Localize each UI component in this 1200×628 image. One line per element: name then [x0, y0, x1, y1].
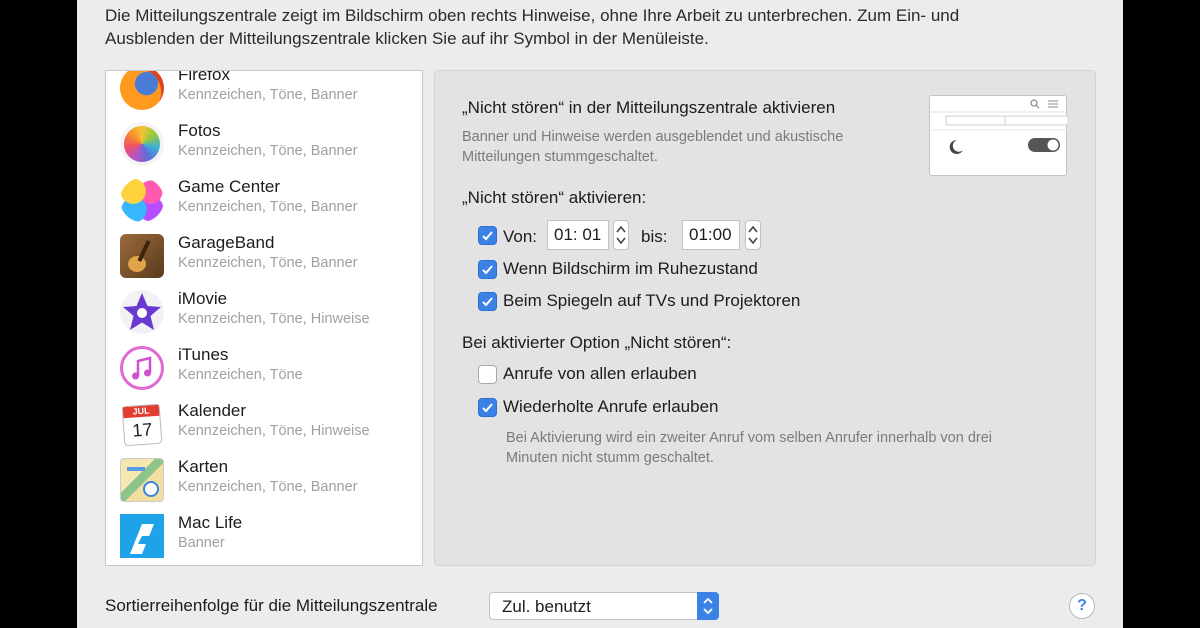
moon-icon [949, 139, 963, 154]
list-item-garageband[interactable]: GarageBand Kennzeichen, Töne, Banner [106, 231, 422, 287]
list-item-mac-life[interactable]: Mac Life Banner [106, 511, 422, 565]
dnd-description: Banner und Hinweise werden ausgeblendet … [462, 127, 912, 167]
repeated-calls-description-line-1: Bei Aktivierung wird ein zweiter Anruf v… [506, 430, 993, 446]
calendar-icon: JUL 17 [121, 403, 163, 447]
sort-order-label: Sortierreihenfolge für die Mitteilungsze… [105, 596, 438, 615]
allow-calls-all-checkbox[interactable] [478, 365, 497, 384]
sort-order-select[interactable]: Zul. benutzt [489, 592, 719, 620]
from-time-field[interactable]: 01: 01 [547, 220, 609, 250]
repeated-calls-description: Bei Aktivierung wird ein zweiter Anruf v… [506, 428, 1086, 468]
notification-center-preview [929, 95, 1069, 176]
firefox-icon [120, 71, 164, 110]
imovie-icon [120, 290, 164, 334]
app-notification-types: Kennzeichen, Töne, Banner [178, 255, 358, 271]
list-icon [1048, 100, 1058, 108]
repeated-calls-checkbox[interactable] [478, 398, 497, 417]
maps-icon [120, 458, 164, 502]
dnd-title: „Nicht stören“ in der Mitteilungszentral… [462, 98, 836, 117]
dnd-description-line-2: Mitteilungen stummgeschaltet. [462, 149, 658, 165]
repeated-calls-label: Wiederholte Anrufe erlauben [503, 397, 719, 416]
from-checkbox[interactable] [478, 226, 497, 245]
stepper-arrows-icon [748, 225, 758, 245]
app-notification-types: Kennzeichen, Töne, Hinweise [178, 423, 370, 439]
checkmark-icon [482, 231, 493, 241]
dnd-option-heading: Bei aktivierter Option „Nicht stören“: [462, 333, 732, 352]
search-icon [1030, 99, 1040, 109]
sort-order-value: Zul. benutzt [502, 597, 591, 616]
stepper-arrows-icon [616, 225, 626, 245]
allow-calls-all-label: Anrufe von allen erlauben [503, 364, 697, 383]
checkmark-icon [482, 403, 493, 413]
app-notification-types: Kennzeichen, Töne, Banner [178, 199, 358, 215]
app-name: iTunes [178, 345, 229, 364]
list-item-karten[interactable]: Karten Kennzeichen, Töne, Banner [106, 455, 422, 511]
to-label: bis: [641, 227, 668, 246]
app-name: Firefox [178, 70, 230, 84]
intro-text: Die Mitteilungszentrale zeigt im Bildsch… [105, 4, 1095, 50]
app-notification-types: Kennzeichen, Töne, Hinweise [178, 311, 370, 327]
sleep-checkbox[interactable] [478, 260, 497, 279]
preferences-window: Die Mitteilungszentrale zeigt im Bildsch… [77, 0, 1123, 628]
list-item-itunes[interactable]: iTunes Kennzeichen, Töne [106, 343, 422, 399]
app-notification-types: Kennzeichen, Töne [178, 367, 303, 383]
app-name: Karten [178, 457, 229, 476]
app-notification-types: Kennzeichen, Töne, Banner [178, 479, 358, 495]
list-item-game-center[interactable]: Game Center Kennzeichen, Töne, Banner [106, 175, 422, 231]
intro-line-1: Die Mitteilungszentrale zeigt im Bildsch… [105, 6, 960, 25]
to-time-stepper[interactable] [745, 220, 761, 250]
photos-icon [120, 122, 164, 166]
do-not-disturb-panel: „Nicht stören“ in der Mitteilungszentral… [434, 70, 1096, 566]
app-name: iMovie [178, 289, 228, 308]
calendar-day: 17 [131, 419, 154, 441]
list-item-fotos[interactable]: Fotos Kennzeichen, Töne, Banner [106, 119, 422, 175]
intro-line-2: Ausblenden der Mitteilungszentrale klick… [105, 29, 709, 48]
dnd-activate-heading: „Nicht stören“ aktivieren: [462, 188, 647, 207]
app-notification-types: Kennzeichen, Töne, Banner [178, 87, 358, 103]
mirroring-checkbox[interactable] [478, 292, 497, 311]
to-time-field[interactable]: 01:00 [682, 220, 740, 250]
from-time-stepper[interactable] [613, 220, 629, 250]
mirroring-label: Beim Spiegeln auf TVs und Projektoren [503, 291, 801, 310]
checkmark-icon [482, 297, 493, 307]
mac-life-icon [120, 514, 164, 558]
app-name: Fotos [178, 121, 221, 140]
list-item-firefox[interactable]: Firefox Kennzeichen, Töne, Banner [106, 70, 422, 119]
app-name: Game Center [178, 177, 281, 196]
app-name: Mac Life [178, 513, 243, 532]
sleep-label: Wenn Bildschirm im Ruhezustand [503, 259, 758, 278]
help-button[interactable]: ? [1069, 593, 1095, 619]
checkmark-icon [482, 265, 493, 275]
list-item-kalender[interactable]: JUL 17 Kalender Kennzeichen, Töne, Hinwe… [106, 399, 422, 455]
app-name: Kalender [178, 401, 247, 420]
from-label: Von: [503, 227, 538, 246]
list-item-imovie[interactable]: iMovie Kennzeichen, Töne, Hinweise [106, 287, 422, 343]
dnd-description-line-1: Banner und Hinweise werden ausgeblendet … [462, 129, 844, 145]
toggle-icon [1028, 138, 1060, 152]
app-notification-types: Kennzeichen, Töne, Banner [178, 143, 358, 159]
app-name: GarageBand [178, 233, 275, 252]
select-arrows-icon [697, 592, 719, 620]
itunes-icon [120, 346, 164, 390]
app-notification-types: Banner [178, 535, 225, 551]
game-center-icon [120, 178, 164, 222]
app-list[interactable]: Firefox Kennzeichen, Töne, Banner Fotos … [105, 70, 423, 566]
garageband-icon [120, 234, 164, 278]
repeated-calls-description-line-2: Minuten nicht stumm geschaltet. [506, 450, 714, 466]
